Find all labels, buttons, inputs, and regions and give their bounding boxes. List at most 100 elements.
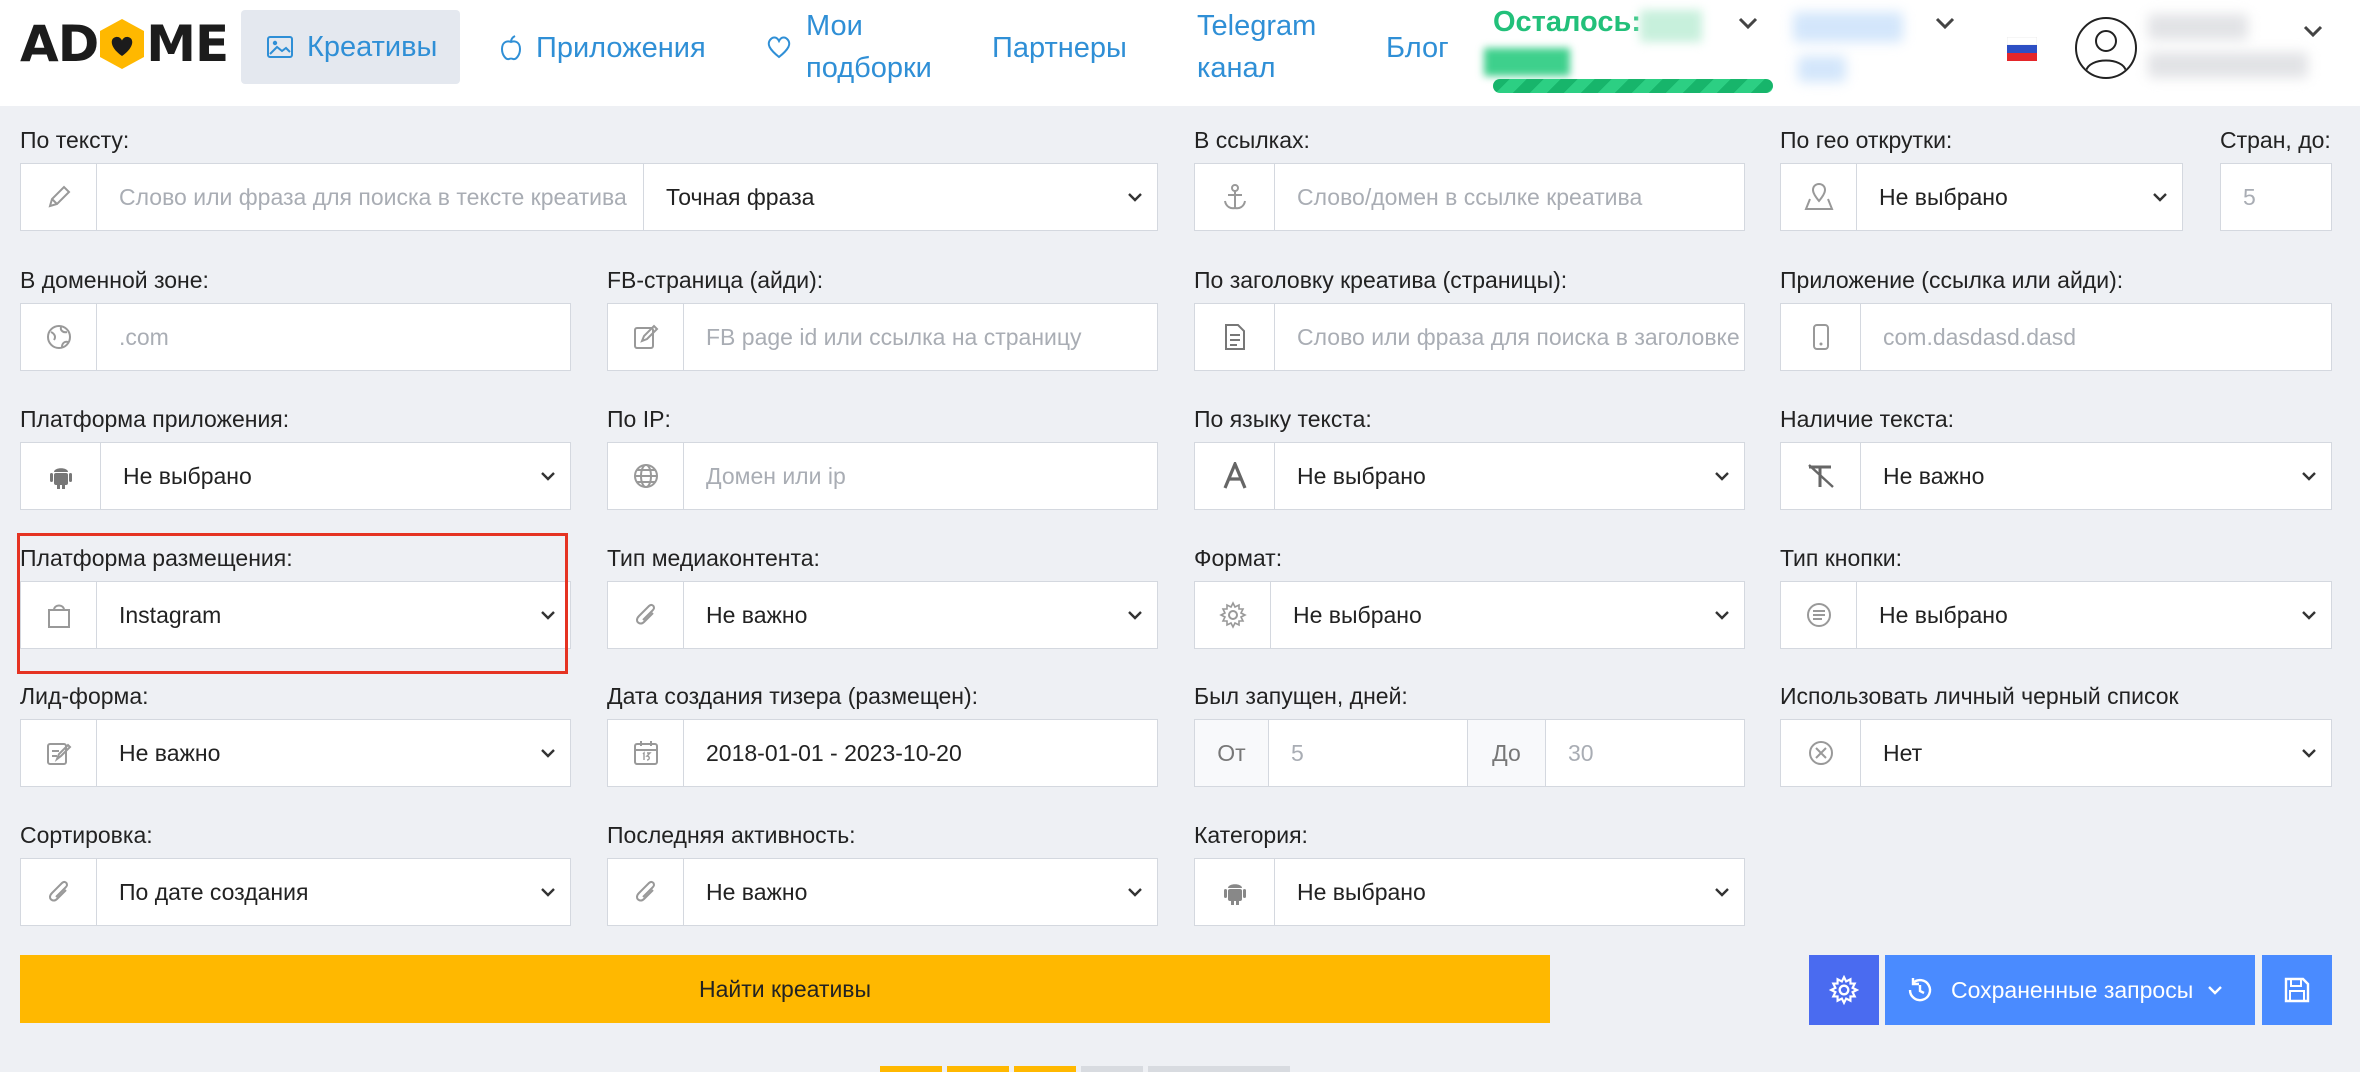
nav-collections[interactable]: Мои подборки [766, 5, 932, 89]
nav-blog[interactable]: Блог [1386, 27, 1449, 69]
chevron-down-icon[interactable] [1700, 582, 1744, 648]
remaining-count-blurred [1640, 10, 1702, 42]
headline-input[interactable]: Слово или фраза для поиска в заголовке [1275, 304, 1744, 370]
created-date-label: Дата создания тизера (размещен): [607, 683, 979, 709]
logo[interactable]: AD ME [20, 14, 229, 74]
floppy-disk-icon [2284, 977, 2310, 1003]
pagination-button[interactable] [1081, 1066, 1143, 1072]
text-lang-select[interactable]: Не выбрано [1275, 443, 1700, 509]
app-platform-label: Платформа приложения: [20, 406, 290, 432]
logo-text-left: AD [20, 15, 99, 73]
text-lang-label: По языку текста: [1194, 406, 1372, 432]
avatar[interactable] [2075, 17, 2137, 79]
links-label: В ссылках: [1194, 127, 1310, 153]
chevron-down-icon[interactable] [526, 443, 570, 509]
has-text-label: Наличие текста: [1780, 406, 1955, 432]
media-type-select[interactable]: Не важно [684, 582, 1113, 648]
settings-button[interactable] [1809, 955, 1879, 1025]
chevron-down-icon[interactable] [1113, 859, 1157, 925]
ip-label: По IP: [607, 406, 671, 432]
format-select[interactable]: Не выбрано [1271, 582, 1700, 648]
apple-icon [500, 35, 522, 61]
edit-form-icon [21, 720, 97, 786]
last-activity-select[interactable]: Не важно [684, 859, 1113, 925]
blacklist-label: Использовать личный черный список [1780, 683, 2179, 709]
nav-partners-label: Партнеры [992, 32, 1127, 64]
saved-queries-button[interactable]: Сохраненные запросы [1885, 955, 2255, 1025]
chevron-down-icon[interactable] [2287, 443, 2331, 509]
days-to-input[interactable]: 30 [1546, 720, 1744, 786]
username-blurred [2148, 14, 2248, 40]
saved-queries-label: Сохраненные запросы [1951, 976, 2194, 1003]
chevron-down-icon[interactable] [1113, 164, 1157, 230]
nav-apps[interactable]: Приложения [500, 27, 706, 69]
pencil-icon [21, 164, 97, 230]
chevron-down-icon[interactable] [2303, 24, 2323, 38]
nav-creatives[interactable]: Креативы [241, 10, 460, 84]
smartphone-icon [1781, 304, 1861, 370]
chevron-down-icon[interactable] [526, 720, 570, 786]
history-icon [1908, 978, 1932, 1002]
text-search-input[interactable]: Слово или фраза для поиска в тексте креа… [97, 164, 643, 230]
text-search-mode-select[interactable]: Точная фраза [644, 164, 1113, 230]
category-label: Категория: [1194, 822, 1308, 848]
save-query-button[interactable] [2262, 955, 2332, 1025]
nav-blog-label: Блог [1386, 32, 1449, 64]
days-to-label: До [1468, 720, 1546, 786]
days-from-input[interactable]: 5 [1269, 720, 1467, 786]
font-icon [1195, 443, 1275, 509]
domain-zone-input[interactable]: .com [97, 304, 570, 370]
chevron-down-icon[interactable] [1738, 16, 1758, 30]
links-input[interactable]: Слово/домен в ссылке креатива [1275, 164, 1744, 230]
russian-flag-icon[interactable] [2007, 37, 2037, 61]
pagination-button[interactable] [947, 1066, 1009, 1072]
chevron-down-icon[interactable] [2138, 164, 2182, 230]
remaining-progress-bar [1493, 79, 1773, 93]
android-icon [21, 443, 101, 509]
globe-icon [608, 443, 684, 509]
plan-blurred-2 [1798, 56, 1846, 82]
paperclip-icon [608, 859, 684, 925]
button-type-select[interactable]: Не выбрано [1857, 582, 2287, 648]
chevron-down-icon[interactable] [2287, 720, 2331, 786]
countries-input[interactable]: 5 [2221, 164, 2331, 230]
find-creatives-button[interactable]: Найти креативы [20, 955, 1550, 1023]
category-select[interactable]: Не выбрано [1275, 859, 1700, 925]
map-pin-icon [1781, 164, 1857, 230]
chevron-down-icon[interactable] [526, 859, 570, 925]
chevron-down-icon[interactable] [1113, 582, 1157, 648]
days-from-label: От [1195, 720, 1269, 786]
app-input[interactable]: com.dasdasd.dasd [1861, 304, 2331, 370]
logo-text-right: ME [146, 15, 229, 73]
highlight-frame [17, 533, 568, 674]
chevron-down-icon[interactable] [1700, 443, 1744, 509]
plan-blurred [1793, 12, 1903, 42]
lead-form-label: Лид-форма: [20, 683, 149, 709]
lead-form-select[interactable]: Не важно [97, 720, 526, 786]
nav-partners[interactable]: Партнеры [992, 27, 1127, 69]
nav-apps-label: Приложения [536, 32, 706, 64]
pagination-button[interactable] [1014, 1066, 1076, 1072]
sort-select[interactable]: По дате создания [97, 859, 526, 925]
globe-pin-icon [21, 304, 97, 370]
format-label: Формат: [1194, 545, 1283, 571]
chevron-down-icon[interactable] [1935, 16, 1955, 30]
ip-input[interactable]: Домен или ip [684, 443, 1157, 509]
has-text-select[interactable]: Не важно [1861, 443, 2287, 509]
nav-collections-label-1: Мои [806, 10, 863, 42]
sort-label: Сортировка: [20, 822, 153, 848]
created-date-input[interactable]: 2018-01-01 - 2023-10-20 [684, 720, 1157, 786]
chevron-down-icon[interactable] [2287, 582, 2331, 648]
geo-select[interactable]: Не выбрано [1857, 164, 2138, 230]
android-icon [1195, 859, 1275, 925]
pagination-button[interactable] [1148, 1066, 1290, 1072]
pagination-button[interactable] [880, 1066, 942, 1072]
text-slash-icon [1781, 443, 1861, 509]
fb-page-input[interactable]: FB page id или ссылка на страницу [684, 304, 1157, 370]
nav-telegram[interactable]: Telegram канал [1197, 5, 1316, 89]
blacklist-select[interactable]: Нет [1861, 720, 2287, 786]
media-type-label: Тип медиаконтента: [607, 545, 820, 571]
close-circle-icon [1781, 720, 1861, 786]
app-platform-select[interactable]: Не выбрано [101, 443, 526, 509]
chevron-down-icon[interactable] [1700, 859, 1744, 925]
